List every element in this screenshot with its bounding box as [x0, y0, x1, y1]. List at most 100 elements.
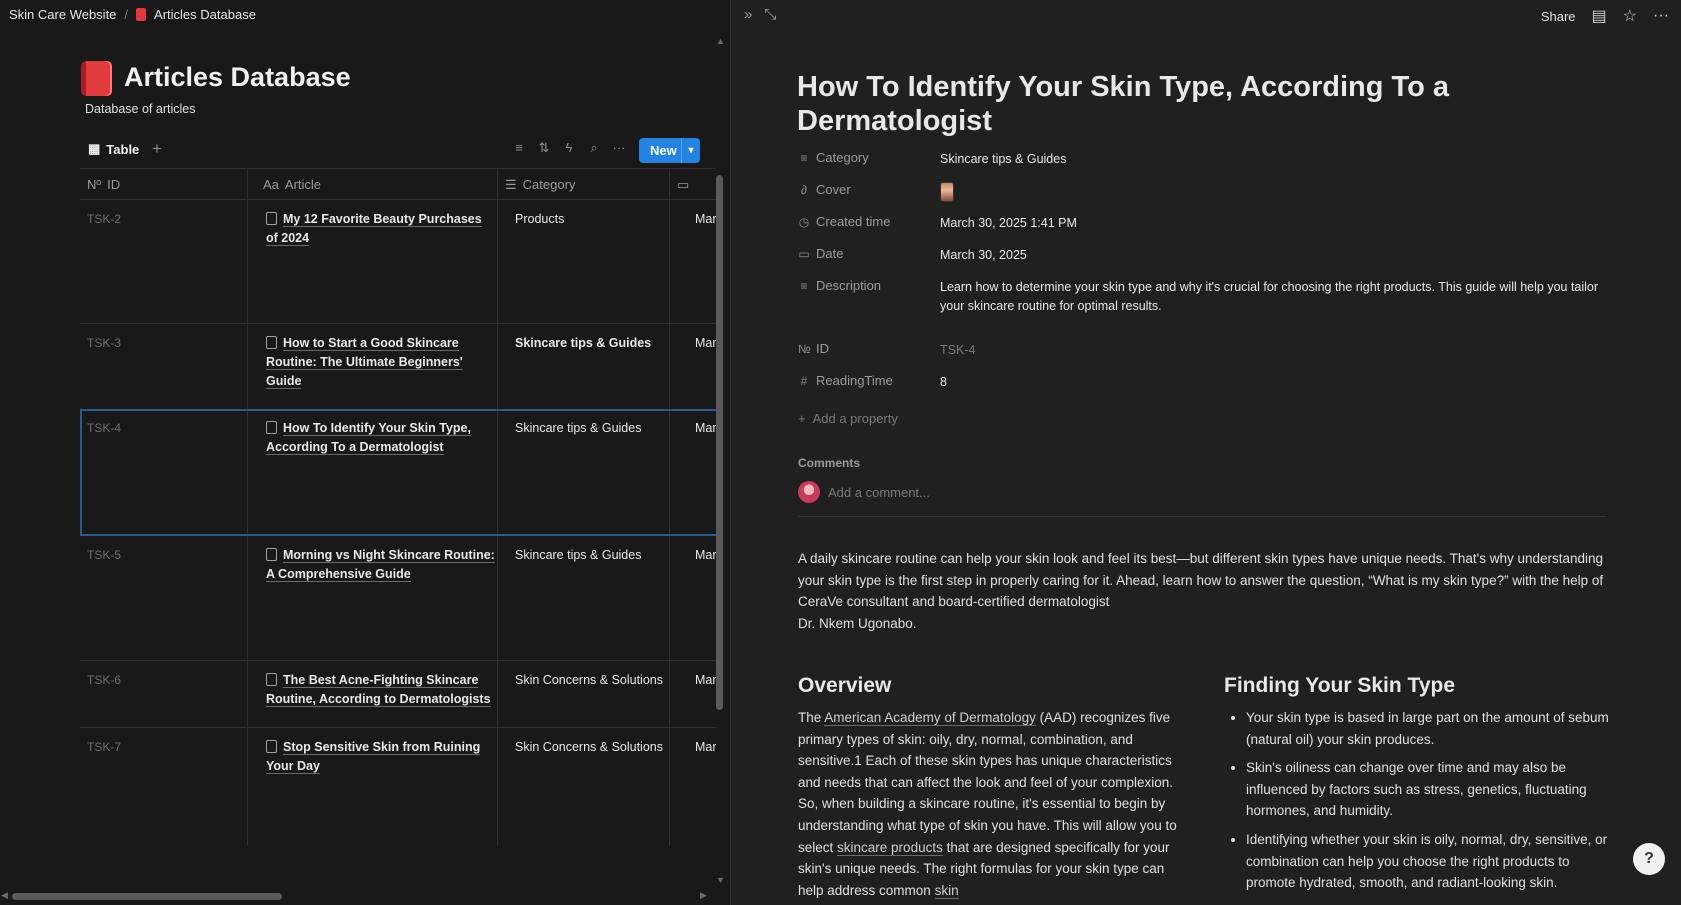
scroll-up-arrow[interactable]: ▲: [716, 36, 725, 46]
property-value[interactable]: Learn how to determine your skin type an…: [940, 278, 1600, 316]
sort-icon[interactable]: ⇅: [537, 140, 551, 156]
article-title-line2: Routine, According to Dermatologists: [266, 692, 491, 707]
property-name: ID: [816, 341, 829, 356]
row-category[interactable]: Skincare tips & Guides: [515, 334, 687, 353]
row-article[interactable]: Stop Sensitive Skin from Ruining Your Day: [266, 738, 498, 776]
row-date[interactable]: Mar: [695, 210, 716, 229]
search-icon[interactable]: ⌕: [587, 140, 601, 156]
breadcrumb-workspace[interactable]: Skin Care Website: [9, 7, 116, 22]
peek-actions: Share ▤ ☆ ···: [1541, 6, 1669, 26]
table-row[interactable]: TSK-3 How to Start a Good Skincare Routin…: [80, 324, 716, 411]
clock-icon: ◷: [798, 214, 810, 229]
page-icon: [266, 336, 277, 349]
breadcrumb-current[interactable]: Articles Database: [154, 7, 256, 22]
page-description[interactable]: Database of articles: [85, 102, 195, 116]
row-category[interactable]: Skin Concerns & Solutions: [515, 738, 687, 757]
row-article[interactable]: How to Start a Good Skincare Routine: The…: [266, 334, 498, 391]
row-article[interactable]: How To Identify Your Skin Type, According…: [266, 419, 498, 457]
plus-icon: +: [798, 411, 806, 426]
scroll-down-arrow[interactable]: ▼: [716, 875, 725, 885]
table-row[interactable]: TSK-5 Morning vs Night Skincare Routine:…: [80, 536, 716, 661]
chevron-down-icon[interactable]: ▾: [681, 138, 700, 163]
overview-paragraph[interactable]: The American Academy of Dermatology (AAD…: [798, 707, 1186, 901]
property-name: Category: [816, 150, 869, 165]
number-icon: Nº: [87, 177, 102, 192]
paperclip-icon: ∂: [801, 182, 807, 197]
row-date[interactable]: Mar: [695, 738, 716, 757]
filter-icon[interactable]: ≡: [512, 140, 526, 156]
table-row[interactable]: TSK-6 The Best Acne-Fighting Skincare Rou…: [80, 661, 716, 728]
hash-icon: #: [800, 373, 808, 388]
column-header-id[interactable]: Nº ID: [80, 169, 248, 200]
cover-thumbnail[interactable]: [940, 182, 954, 202]
column-header-date[interactable]: ▭: [670, 169, 716, 200]
number-icon: №: [798, 341, 811, 356]
article-title-line1: How To Identify Your Skin Type,: [283, 421, 471, 436]
row-category[interactable]: Skincare tips & Guides: [515, 419, 687, 438]
property-value[interactable]: March 30, 2025: [940, 246, 1600, 265]
peek-controls: » ⤡: [744, 6, 776, 23]
row-category[interactable]: Products: [515, 210, 687, 229]
finding-heading[interactable]: Finding Your Skin Type: [1224, 674, 1455, 698]
text-segment: The: [798, 710, 825, 725]
article-title-line2: Your Day: [266, 759, 320, 774]
page-peek-pane: » ⤡ Share ▤ ☆ ··· How To Identify Your S…: [730, 0, 1681, 905]
horizontal-scrollbar[interactable]: [12, 893, 282, 900]
skin-type-list: Your skin type is based in large part on…: [1224, 707, 1609, 901]
new-button[interactable]: New ▾: [639, 138, 700, 163]
article-title[interactable]: How To Identify Your Skin Type, Accordin…: [797, 70, 1497, 138]
row-date[interactable]: Mar: [695, 419, 716, 438]
aad-link[interactable]: American Academy of Dermatology: [824, 710, 1036, 726]
table-row[interactable]: TSK-2 My 12 Favorite Beauty Purchases of …: [80, 200, 716, 324]
intro-author: Dr. Nkem Ugonabo.: [798, 615, 917, 631]
scroll-left-arrow[interactable]: ◀: [1, 890, 8, 901]
property-value[interactable]: Skincare tips & Guides: [940, 150, 1600, 169]
row-category[interactable]: Skin Concerns & Solutions: [515, 671, 687, 690]
book-icon[interactable]: [81, 61, 112, 96]
more-icon[interactable]: ···: [612, 140, 626, 156]
row-date[interactable]: Mar: [695, 334, 716, 353]
tab-table-label: Table: [106, 141, 140, 157]
list-item[interactable]: Identifying whether your skin is oily, n…: [1246, 829, 1609, 894]
column-label: Article: [284, 177, 322, 192]
skincare-products-link[interactable]: skincare products: [837, 839, 943, 856]
intro-paragraph[interactable]: A daily skincare routine can help your s…: [798, 548, 1608, 634]
star-icon[interactable]: ☆: [1623, 6, 1637, 26]
calendar-icon: ▭: [677, 176, 690, 192]
skin-link[interactable]: skin: [934, 882, 959, 899]
lightning-icon[interactable]: ϟ: [562, 140, 576, 156]
breadcrumb: Skin Care Website / Articles Database: [9, 7, 256, 22]
page-title[interactable]: Articles Database: [124, 62, 351, 93]
property-name: Created time: [816, 214, 891, 229]
row-category[interactable]: Skincare tips & Guides: [515, 546, 687, 565]
comment-input[interactable]: Add a comment...: [798, 481, 930, 503]
help-button[interactable]: ?: [1633, 843, 1665, 875]
articles-table: Nº ID Aa Article ☰ Category ▭ TSK-2 My 1…: [80, 168, 716, 846]
column-header-category[interactable]: ☰ Category: [498, 169, 666, 200]
list-item[interactable]: Your skin type is based in large part on…: [1246, 707, 1609, 750]
more-icon[interactable]: ···: [1653, 7, 1669, 25]
row-article[interactable]: The Best Acne-Fighting Skincare Routine, …: [266, 671, 498, 709]
vertical-scrollbar[interactable]: [716, 175, 723, 710]
comment-icon[interactable]: ▤: [1592, 6, 1607, 26]
comment-placeholder[interactable]: Add a comment...: [828, 485, 930, 500]
column-header-article[interactable]: Aa Article: [256, 169, 496, 200]
row-article[interactable]: Morning vs Night Skincare Routine: A Comp…: [266, 546, 498, 584]
expand-icon[interactable]: ⤡: [764, 6, 776, 23]
property-value[interactable]: 8: [940, 373, 1600, 392]
list-item[interactable]: Skin's oiliness can change over time and…: [1246, 757, 1609, 822]
close-peek-icon[interactable]: »: [744, 6, 752, 23]
overview-heading[interactable]: Overview: [798, 674, 891, 698]
scroll-right-arrow[interactable]: ▶: [700, 890, 707, 901]
property-value: March 30, 2025 1:41 PM: [940, 216, 1077, 230]
row-article[interactable]: My 12 Favorite Beauty Purchases of 2024: [266, 210, 498, 248]
row-date[interactable]: Mar: [695, 546, 716, 565]
article-title-line1: Stop Sensitive Skin from Ruining: [283, 740, 481, 755]
table-row-selected[interactable]: TSK-4 How To Identify Your Skin Type, Acc…: [80, 409, 716, 536]
add-view-button[interactable]: +: [152, 139, 162, 159]
share-button[interactable]: Share: [1541, 9, 1576, 24]
row-date[interactable]: Mar: [695, 671, 716, 690]
add-property-button[interactable]: + Add a property: [798, 411, 898, 426]
tab-table[interactable]: ▦ Table: [88, 141, 139, 157]
table-row[interactable]: TSK-7 Stop Sensitive Skin from Ruining Yo…: [80, 728, 716, 846]
